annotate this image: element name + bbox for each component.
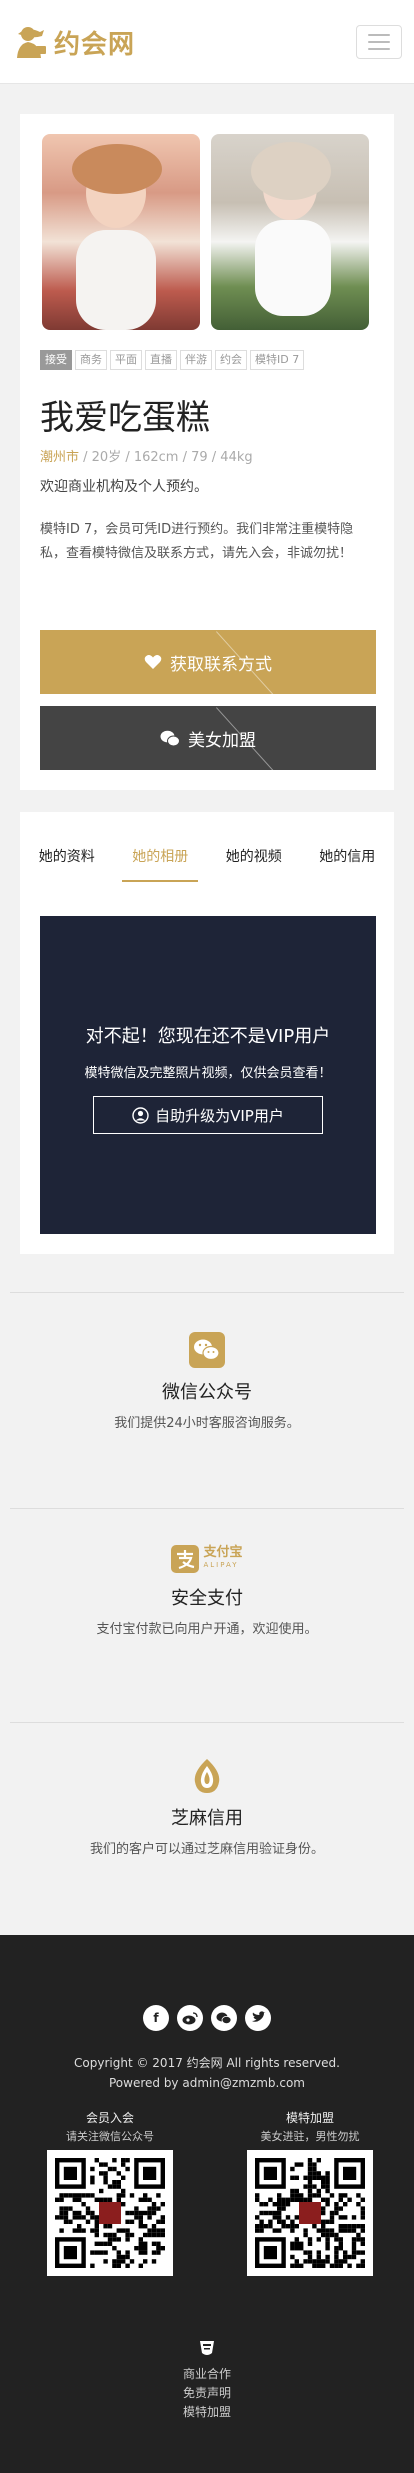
footer-links: 商业合作 免责声明 模特加盟	[0, 2339, 414, 2422]
profile-details: / 20岁 / 162cm / 79 / 44kg	[79, 450, 253, 465]
footer-link-disclaimer[interactable]: 免责声明	[0, 2384, 414, 2403]
qr-member: 会员入会 请关注微信公众号	[45, 2109, 175, 2276]
profile-intro: 欢迎商业机构及个人预约。	[40, 479, 208, 495]
qr-code-icon	[255, 2158, 365, 2268]
copyright: Copyright © 2017 约会网 All rights reserved…	[0, 2053, 414, 2093]
tag-business: 商务	[75, 350, 107, 370]
tab-her-videos[interactable]: 她的视频	[216, 832, 292, 882]
profile-tabs: 她的资料 她的相册 她的视频 她的信用	[20, 832, 394, 882]
copyright-text: Copyright © 2017 约会网 All rights reserved…	[74, 2056, 340, 2070]
wechat-public-icon	[189, 1332, 225, 1368]
facebook-icon[interactable]: f	[143, 2005, 169, 2031]
feature-sesame: 芝麻信用 我们的客户可以通过芝麻信用验证身份。	[10, 1758, 404, 1857]
upgrade-vip-label: 自助升级为VIP用户	[155, 1106, 284, 1125]
tag-date: 约会	[215, 350, 247, 370]
beauty-join-label: 美女加盟	[188, 730, 256, 751]
qr-model-sub: 美女进驻，男性勿扰	[260, 2130, 360, 2143]
profile-city: 潮州市	[40, 450, 80, 465]
cup-icon	[200, 2341, 214, 2355]
footer-link-business[interactable]: 商业合作	[0, 2365, 414, 2384]
wechat-title: 微信公众号	[162, 1382, 252, 1403]
divider	[10, 1722, 404, 1723]
tag-print: 平面	[110, 350, 142, 370]
profile-tags: 接受 商务 平面 直播 伴游 约会 模特ID 7	[40, 350, 305, 370]
alipay-desc: 支付宝付款已向用户开通，欢迎使用。	[96, 1622, 318, 1637]
qr-member-sub: 请关注微信公众号	[66, 2130, 154, 2143]
heart-icon	[144, 655, 162, 669]
logo-text: 约会网	[54, 29, 136, 60]
vip-notice: 对不起！您现在还不是VIP用户 模特微信及完整照片视频，仅供会员查看！ 自助升级…	[40, 916, 376, 1234]
qr-member-title: 会员入会	[85, 2111, 134, 2125]
hamburger-icon	[368, 34, 390, 36]
profile-description: 模特ID 7，会员可凭ID进行预约。我们非常注重模特隐私，查看模特微信及联系方式…	[40, 522, 354, 561]
qr-model-title: 模特加盟	[285, 2111, 334, 2125]
upgrade-vip-button[interactable]: 自助升级为VIP用户	[93, 1096, 323, 1134]
wechat-icon	[160, 730, 180, 746]
tag-accept: 接受	[40, 350, 72, 370]
get-contact-label: 获取联系方式	[170, 654, 272, 675]
wechat-icon[interactable]	[211, 2005, 237, 2031]
profile-name: 我爱吃蛋糕	[40, 398, 210, 438]
profile-photo-2[interactable]	[211, 134, 369, 330]
vip-subtitle: 模特微信及完整照片视频，仅供会员查看！	[84, 1066, 332, 1081]
site-header: 约会网	[0, 0, 414, 84]
sesame-desc: 我们的客户可以通过芝麻信用验证身份。	[89, 1842, 324, 1857]
vip-title: 对不起！您现在还不是VIP用户	[85, 1026, 331, 1047]
qr-model: 模特加盟 美女进驻，男性勿扰	[245, 2109, 375, 2276]
alipay-logo-sub: ALIPAY	[203, 1561, 239, 1569]
divider	[10, 1292, 404, 1293]
alipay-logo: 支付宝 ALIPAY	[10, 1544, 404, 1574]
weibo-icon[interactable]	[177, 2005, 203, 2031]
site-logo[interactable]: 约会网	[14, 22, 135, 62]
twitter-icon[interactable]	[245, 2005, 271, 2031]
qr-code-icon	[55, 2158, 165, 2268]
profile-photo-1[interactable]	[42, 134, 200, 330]
qr-code-member	[47, 2150, 173, 2276]
profile-card: 接受 商务 平面 直播 伴游 约会 模特ID 7 我爱吃蛋糕 潮州市 / 20岁…	[20, 114, 394, 790]
album-card: 她的资料 她的相册 她的视频 她的信用 对不起！您现在还不是VIP用户 模特微信…	[20, 812, 394, 1254]
menu-toggle-button[interactable]	[356, 25, 402, 59]
alipay-icon	[171, 1545, 200, 1573]
alipay-logo-main: 支付宝	[203, 1545, 243, 1560]
tab-her-credit[interactable]: 她的信用	[309, 832, 385, 882]
tag-model-id: 模特ID 7	[250, 350, 305, 370]
logo-icon	[17, 27, 46, 58]
powered-by-text: Powered by admin@zmzmb.com	[108, 2076, 305, 2090]
feature-alipay: 支付宝 ALIPAY 安全支付 支付宝付款已向用户开通，欢迎使用。	[10, 1544, 404, 1637]
tag-companion: 伴游	[180, 350, 212, 370]
divider	[10, 1508, 404, 1509]
sesame-title: 芝麻信用	[171, 1808, 243, 1829]
social-links: f	[0, 2005, 414, 2031]
get-contact-button[interactable]: 获取联系方式	[40, 630, 376, 694]
profile-meta: 潮州市 / 20岁 / 162cm / 79 / 44kg	[40, 446, 253, 465]
site-footer: f Copyright © 2017 约会网 All rights reserv…	[0, 1935, 414, 2473]
footer-link-model-join[interactable]: 模特加盟	[0, 2403, 414, 2422]
feature-wechat: 微信公众号 我们提供24小时客服咨询服务。	[10, 1332, 404, 1431]
sesame-credit-icon	[194, 1759, 220, 1793]
alipay-title: 安全支付	[171, 1588, 243, 1609]
tab-her-album[interactable]: 她的相册	[122, 832, 199, 882]
tag-live: 直播	[145, 350, 177, 370]
wechat-desc: 我们提供24小时客服咨询服务。	[114, 1416, 300, 1431]
tab-her-profile[interactable]: 她的资料	[29, 832, 105, 882]
user-circle-icon	[132, 1106, 149, 1124]
beauty-join-button[interactable]: 美女加盟	[40, 706, 376, 770]
qr-code-model	[247, 2150, 373, 2276]
